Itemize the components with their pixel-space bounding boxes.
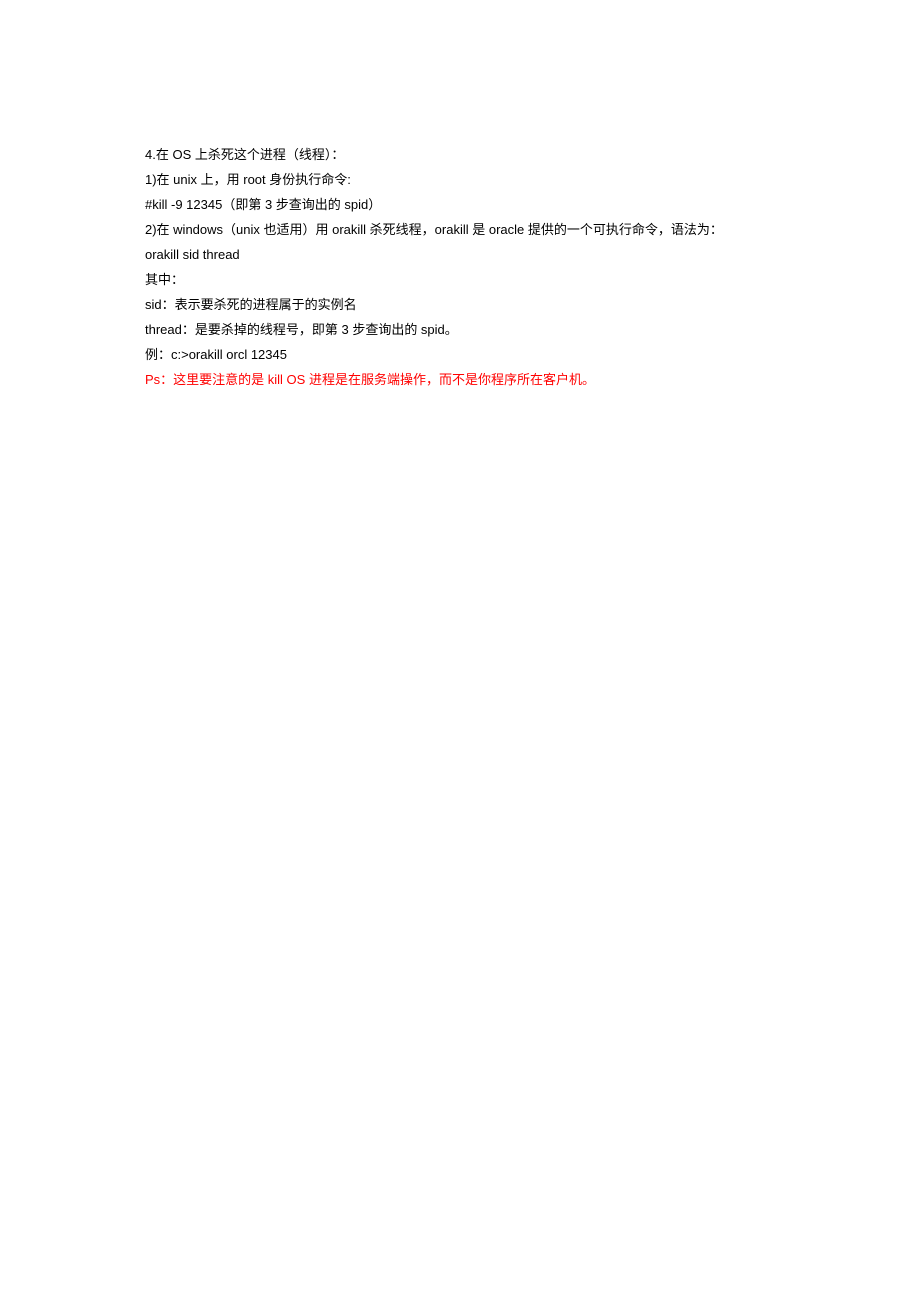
text-line: orakill sid thread	[145, 242, 920, 267]
text-line: 1)在 unix 上，用 root 身份执行命令:	[145, 167, 920, 192]
text-line: thread：是要杀掉的线程号，即第 3 步查询出的 spid。	[145, 317, 920, 342]
text-line: 例：c:>orakill orcl 12345	[145, 342, 920, 367]
text-line: 4.在 OS 上杀死这个进程（线程）：	[145, 142, 920, 167]
text-line-emphasis: Ps：这里要注意的是 kill OS 进程是在服务端操作，而不是你程序所在客户机…	[145, 367, 920, 392]
text-line: 其中：	[145, 267, 920, 292]
text-line: sid：表示要杀死的进程属于的实例名	[145, 292, 920, 317]
document-page: 4.在 OS 上杀死这个进程（线程）： 1)在 unix 上，用 root 身份…	[0, 0, 920, 392]
text-line: 2)在 windows（unix 也适用）用 orakill 杀死线程，orak…	[145, 217, 920, 242]
text-line: #kill -9 12345（即第 3 步查询出的 spid）	[145, 192, 920, 217]
